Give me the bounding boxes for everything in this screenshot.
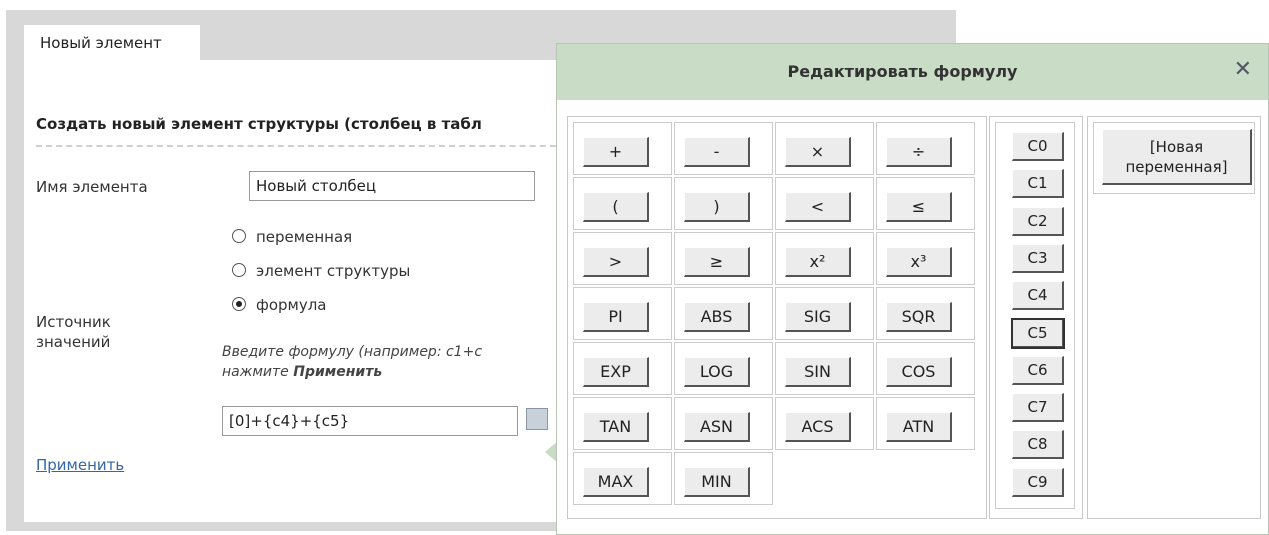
radio-variable[interactable]: переменная xyxy=(232,228,352,246)
dialog-title: Редактировать формулу xyxy=(787,62,1018,81)
operator-cell: ≤ xyxy=(876,177,975,230)
operator-cell: × xyxy=(775,122,874,175)
radio-formula[interactable]: формула xyxy=(232,296,327,314)
operator-button[interactable]: COS xyxy=(886,357,952,387)
column-button-c8[interactable]: C8 xyxy=(1012,430,1064,460)
formula-hint-prefix: нажмите xyxy=(222,364,294,380)
apply-link[interactable]: Применить xyxy=(36,456,124,474)
formula-editor-dialog: Редактировать формулу ✕ + - × ÷ () < ≤ > ≥ x² x³ PI… xyxy=(556,43,1269,535)
operator-cell: LOG xyxy=(674,342,773,395)
operator-button[interactable]: PI xyxy=(583,302,649,332)
formula-input[interactable]: [0]+{c4}+{c5} xyxy=(222,406,518,436)
operator-button[interactable]: ≤ xyxy=(886,192,952,222)
formula-hint-line2: нажмите Применить xyxy=(222,362,562,382)
column-button-c6[interactable]: C6 xyxy=(1012,355,1064,385)
new-variable-line2: переменная] xyxy=(1125,158,1228,176)
column-button-c4[interactable]: C4 xyxy=(1012,281,1064,311)
operator-button[interactable]: TAN xyxy=(583,412,649,442)
element-name-input[interactable]: Новый столбец xyxy=(249,171,535,201)
operator-cell: MIN xyxy=(674,452,773,505)
section-divider xyxy=(36,145,576,147)
operator-cell: SIN xyxy=(775,342,874,395)
operator-button[interactable]: SIG xyxy=(785,302,851,332)
operator-cell: ABS xyxy=(674,287,773,340)
operator-cell: x³ xyxy=(876,232,975,285)
operator-button[interactable]: < xyxy=(785,192,851,222)
new-variable-button[interactable]: [Новая переменная] xyxy=(1102,129,1252,185)
formula-editor-icon[interactable] xyxy=(526,408,548,430)
operator-cell: SQR xyxy=(876,287,975,340)
radio-formula-button[interactable] xyxy=(232,297,246,311)
operators-panel: + - × ÷ () < ≤ > ≥ x² x³ PI ABS SIG SQR EXP LOG SIN COS TAN… xyxy=(567,116,987,519)
column-button-c9[interactable]: C9 xyxy=(1012,467,1064,497)
operator-cell: ( xyxy=(573,177,672,230)
operator-cell: ≥ xyxy=(674,232,773,285)
operator-cell: MAX xyxy=(573,452,672,505)
column-button-c5[interactable]: C5 xyxy=(1011,317,1065,349)
operator-button[interactable]: × xyxy=(785,137,851,167)
operator-button[interactable]: ASN xyxy=(684,412,750,442)
operator-button[interactable]: + xyxy=(583,137,649,167)
operator-button[interactable]: ) xyxy=(684,192,750,222)
column-button-c7[interactable]: C7 xyxy=(1012,393,1064,423)
operator-cell: - xyxy=(674,122,773,175)
column-button-c3[interactable]: C3 xyxy=(1012,243,1064,273)
operator-button[interactable]: ABS xyxy=(684,302,750,332)
dialog-header: Редактировать формулу ✕ xyxy=(557,44,1268,100)
close-icon[interactable]: ✕ xyxy=(1234,57,1252,83)
operator-cell: SIG xyxy=(775,287,874,340)
source-label-line2: значений xyxy=(36,333,111,351)
formula-hint-line1: Введите формулу (например: c1+c xyxy=(222,344,483,360)
operator-button[interactable]: ≥ xyxy=(684,247,750,277)
operator-button[interactable]: ( xyxy=(583,192,649,222)
operator-button[interactable]: LOG xyxy=(684,357,750,387)
operator-cell: + xyxy=(573,122,672,175)
operator-cell: ) xyxy=(674,177,773,230)
operator-button[interactable]: SIN xyxy=(785,357,851,387)
operator-button[interactable]: x³ xyxy=(886,247,952,277)
radio-variable-label: переменная xyxy=(256,228,353,246)
operator-cell: < xyxy=(775,177,874,230)
radio-formula-label: формула xyxy=(256,296,327,314)
operator-button[interactable]: ATN xyxy=(886,412,952,442)
columns-cell: C0 C1 C2 C3 C4 C5 C6 C7 C8 C9 xyxy=(995,122,1075,509)
radio-structure-element[interactable]: элемент структуры xyxy=(232,262,410,280)
name-label: Имя элемента xyxy=(36,178,148,196)
operator-cell: COS xyxy=(876,342,975,395)
operator-cell: ÷ xyxy=(876,122,975,175)
operator-cell: ACS xyxy=(775,397,874,450)
operator-cell: ASN xyxy=(674,397,773,450)
column-button-c2[interactable]: C2 xyxy=(1012,206,1064,236)
radio-structure-label: элемент структуры xyxy=(256,262,411,280)
operator-cell: TAN xyxy=(573,397,672,450)
new-variable-cell: [Новая переменная] xyxy=(1093,122,1255,194)
operator-button[interactable]: - xyxy=(684,137,750,167)
column-button-c1[interactable]: C1 xyxy=(1012,169,1064,199)
operator-cell: > xyxy=(573,232,672,285)
operator-button[interactable]: EXP xyxy=(583,357,649,387)
operator-button[interactable]: ACS xyxy=(785,412,851,442)
new-variable-line1: [Новая xyxy=(1149,138,1204,156)
columns-panel: C0 C1 C2 C3 C4 C5 C6 C7 C8 C9 xyxy=(989,116,1083,519)
source-label-line1: Источник xyxy=(36,313,111,331)
operator-cell: x² xyxy=(775,232,874,285)
operator-button[interactable]: > xyxy=(583,247,649,277)
operator-cell: ATN xyxy=(876,397,975,450)
operator-button[interactable]: MAX xyxy=(583,467,649,497)
radio-variable-button[interactable] xyxy=(232,229,246,243)
operator-cell: EXP xyxy=(573,342,672,395)
operator-button[interactable]: ÷ xyxy=(886,137,952,167)
operator-button[interactable]: x² xyxy=(785,247,851,277)
operator-cell: PI xyxy=(573,287,672,340)
operator-button[interactable]: MIN xyxy=(684,467,750,497)
formula-hint-bold: Применить xyxy=(293,364,383,380)
operator-button[interactable]: SQR xyxy=(886,302,952,332)
tab-new-element[interactable]: Новый элемент xyxy=(24,25,200,60)
radio-structure-button[interactable] xyxy=(232,263,246,277)
variables-panel: [Новая переменная] xyxy=(1087,116,1261,519)
formula-hint: Введите формулу (например: c1+c нажмите … xyxy=(222,342,562,382)
column-button-c0[interactable]: C0 xyxy=(1012,132,1064,161)
section-title: Создать новый элемент структуры (столбец… xyxy=(36,115,482,133)
